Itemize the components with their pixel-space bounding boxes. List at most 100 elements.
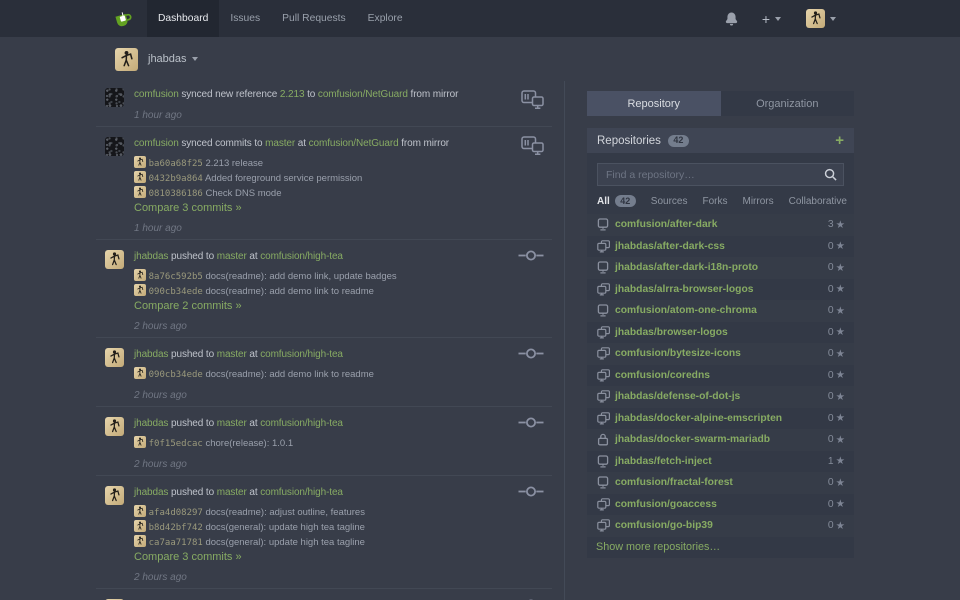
- actor-avatar[interactable]: [105, 486, 124, 505]
- repo-link[interactable]: jhabdas/defense-of-dot-js: [615, 391, 740, 402]
- repo-list-item[interactable]: jhabdas/browser-logos0★: [587, 322, 854, 344]
- feed-link[interactable]: jhabdas: [134, 418, 168, 429]
- user-menu-button[interactable]: [806, 9, 836, 28]
- repo-list-item[interactable]: jhabdas/after-dark-i18n-proto0★: [587, 257, 854, 279]
- actor-avatar[interactable]: [105, 88, 124, 107]
- nav-item-issues[interactable]: Issues: [219, 0, 271, 37]
- star-icon: ★: [836, 391, 845, 403]
- feed-link[interactable]: jhabdas: [134, 251, 168, 262]
- commit-icon: [518, 249, 544, 267]
- repo-list-item[interactable]: comfusion/atom-one-chroma0★: [587, 300, 854, 322]
- repo-list-item[interactable]: comfusion/go-bip390★: [587, 515, 854, 537]
- commit-sha-link[interactable]: ba60a68f25: [149, 159, 203, 169]
- repo-link[interactable]: comfusion/coredns: [615, 370, 710, 381]
- feed-link[interactable]: comfusion/high-tea: [260, 349, 343, 360]
- plus-icon: +: [762, 11, 770, 27]
- repository-search-input[interactable]: [597, 163, 844, 186]
- repo-list-item[interactable]: jhabdas/after-dark-css 0★: [587, 236, 854, 258]
- repo-list-item[interactable]: jhabdas/alrra-browser-logos0★: [587, 279, 854, 301]
- feed-title: comfusion synced commits to master at co…: [134, 137, 552, 151]
- repo-link[interactable]: comfusion/bytesize-icons: [615, 348, 741, 359]
- actor-avatar[interactable]: [105, 137, 124, 156]
- repo-list-item[interactable]: jhabdas/fetch-inject1★: [587, 451, 854, 473]
- feed-link[interactable]: master: [217, 349, 247, 360]
- feed-title: jhabdas pushed to master at comfusion/hi…: [134, 417, 552, 431]
- gitea-logo[interactable]: [100, 0, 147, 37]
- repo-list-item[interactable]: comfusion/coredns0★: [587, 365, 854, 387]
- repo-link[interactable]: comfusion/fractal-forest: [615, 477, 733, 488]
- feed-link[interactable]: master: [265, 138, 295, 149]
- commit-sha-link[interactable]: 8a76c592b5: [149, 272, 203, 282]
- create-new-button[interactable]: +: [762, 11, 781, 27]
- feed-link[interactable]: comfusion/high-tea: [260, 487, 343, 498]
- tab-repository[interactable]: Repository: [587, 91, 721, 116]
- feed-link[interactable]: comfusion: [134, 138, 179, 149]
- filter-sources[interactable]: Sources: [651, 196, 688, 207]
- filter-collaborative[interactable]: Collaborative: [789, 196, 847, 207]
- repo-list-item[interactable]: jhabdas/docker-swarm-mariadb 0★: [587, 429, 854, 451]
- context-username[interactable]: jhabdas: [148, 53, 187, 65]
- repo-star-count: 0★: [828, 434, 845, 446]
- commit-author-avatar: [134, 156, 146, 168]
- feed-link[interactable]: comfusion/high-tea: [260, 251, 343, 262]
- navbar: Dashboard Issues Pull Requests Explore +: [0, 0, 960, 37]
- commit-sha-link[interactable]: 0810386186: [149, 189, 203, 199]
- feed-link[interactable]: master: [217, 418, 247, 429]
- commit-author-avatar: [134, 535, 146, 547]
- repo-link[interactable]: comfusion/atom-one-chroma: [615, 305, 757, 316]
- filter-mirrors[interactable]: Mirrors: [742, 196, 773, 207]
- compare-commits-link[interactable]: Compare 3 commits »: [134, 202, 552, 215]
- feed-link[interactable]: master: [217, 251, 247, 262]
- repo-link[interactable]: jhabdas/browser-logos: [615, 327, 728, 338]
- compare-commits-link[interactable]: Compare 2 commits »: [134, 300, 552, 313]
- repo-link[interactable]: jhabdas/fetch-inject: [615, 456, 712, 467]
- repo-link[interactable]: jhabdas/docker-alpine-emscripten: [615, 413, 782, 424]
- repo-star-count: 0★: [828, 240, 845, 252]
- feed-link[interactable]: comfusion: [134, 89, 179, 100]
- commit-sha-link[interactable]: afa4d08297: [149, 508, 203, 518]
- filter-all[interactable]: All42: [597, 195, 636, 207]
- repo-list-item[interactable]: jhabdas/docker-alpine-emscripten0★: [587, 408, 854, 430]
- compare-commits-link[interactable]: Compare 3 commits »: [134, 551, 552, 564]
- nav-item-dashboard[interactable]: Dashboard: [147, 0, 219, 37]
- repo-link[interactable]: jhabdas/docker-swarm-mariadb: [615, 434, 770, 445]
- notifications-button[interactable]: [725, 12, 738, 26]
- repo-link[interactable]: jhabdas/after-dark-i18n-proto: [615, 262, 758, 273]
- feed-link[interactable]: comfusion/high-tea: [260, 418, 343, 429]
- commit-sha-link[interactable]: b8d42bf742: [149, 523, 203, 533]
- repo-link[interactable]: jhabdas/after-dark-css: [615, 241, 725, 252]
- nav-item-pull-requests[interactable]: Pull Requests: [271, 0, 357, 37]
- commit-sha-link[interactable]: 090cb34ede: [149, 370, 203, 380]
- show-more-link[interactable]: Show more repositories…: [596, 541, 720, 553]
- commit-sha-link[interactable]: 0432b9a864: [149, 174, 203, 184]
- show-more-repositories[interactable]: Show more repositories…: [587, 537, 854, 559]
- chevron-down-icon[interactable]: [192, 57, 198, 61]
- actor-avatar[interactable]: [105, 348, 124, 367]
- feed-link[interactable]: jhabdas: [134, 349, 168, 360]
- repo-link[interactable]: comfusion/go-bip39: [615, 520, 713, 531]
- tab-organization[interactable]: Organization: [721, 91, 855, 116]
- filter-forks[interactable]: Forks: [702, 196, 727, 207]
- commit-author-avatar: [134, 284, 146, 296]
- repo-link[interactable]: jhabdas/alrra-browser-logos: [615, 284, 753, 295]
- repo-list-item[interactable]: jhabdas/defense-of-dot-js0★: [587, 386, 854, 408]
- fork-icon: [596, 240, 610, 253]
- repo-list-item[interactable]: comfusion/fractal-forest0★: [587, 472, 854, 494]
- repo-list-item[interactable]: comfusion/bytesize-icons0★: [587, 343, 854, 365]
- commit-sha-link[interactable]: ca7aa71781: [149, 538, 203, 548]
- repo-list-item[interactable]: comfusion/goaccess0★: [587, 494, 854, 516]
- commit-sha-link[interactable]: 090cb34ede: [149, 287, 203, 297]
- feed-link[interactable]: 2.213: [280, 89, 305, 100]
- feed-link[interactable]: comfusion/NetGuard: [318, 89, 408, 100]
- actor-avatar[interactable]: [105, 250, 124, 269]
- feed-link[interactable]: master: [217, 487, 247, 498]
- commit-sha-link[interactable]: f0f15edcac: [149, 439, 203, 449]
- feed-link[interactable]: jhabdas: [134, 487, 168, 498]
- repo-link[interactable]: comfusion/after-dark: [615, 219, 717, 230]
- repo-link[interactable]: comfusion/goaccess: [615, 499, 717, 510]
- nav-item-explore[interactable]: Explore: [357, 0, 414, 37]
- repo-list-item[interactable]: comfusion/after-dark3★: [587, 214, 854, 236]
- add-repository-button[interactable]: +: [835, 133, 844, 148]
- actor-avatar[interactable]: [105, 417, 124, 436]
- feed-link[interactable]: comfusion/NetGuard: [309, 138, 399, 149]
